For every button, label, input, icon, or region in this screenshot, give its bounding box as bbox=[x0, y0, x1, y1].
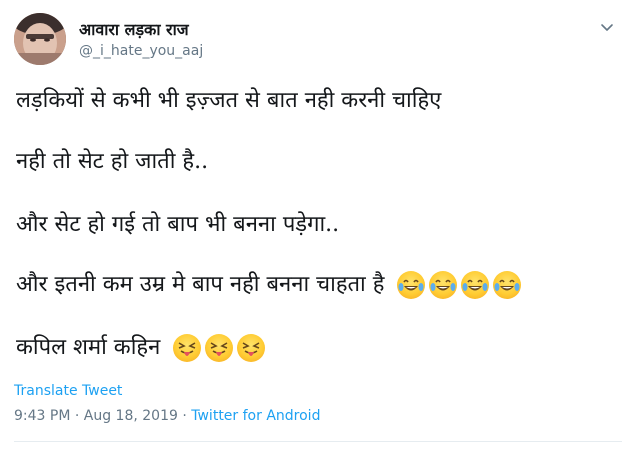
tweet-line-2: नही तो सेट हो जाती है.. bbox=[16, 149, 209, 174]
user-handle[interactable]: @_i_hate_you_aaj bbox=[79, 43, 203, 59]
translate-tweet-link[interactable]: Translate Tweet bbox=[14, 383, 122, 399]
squinting-tongue-emoji-group bbox=[173, 334, 266, 362]
squinting-tongue-icon bbox=[237, 334, 266, 362]
tweet-line-1: लड़कियों से कभी भी इज़्जत से बात नही करन… bbox=[16, 88, 442, 113]
avatar-image bbox=[14, 13, 66, 65]
tweet-line-5: कपिल शर्मा कहिन bbox=[16, 331, 266, 362]
tweet-line-4: और इतनी कम उम्र मे बाप नही बनना चाहता है bbox=[16, 268, 522, 299]
squinting-tongue-icon bbox=[173, 334, 202, 362]
tweet-line-5-text: कपिल शर्मा कहिन bbox=[16, 335, 161, 360]
tears-of-joy-icon bbox=[429, 271, 458, 299]
avatar[interactable] bbox=[14, 13, 66, 65]
chevron-down-icon[interactable] bbox=[598, 18, 616, 36]
tweet-timestamp[interactable]: 9:43 PM · Aug 18, 2019 · bbox=[14, 408, 191, 424]
tweet-meta: 9:43 PM · Aug 18, 2019 · Twitter for And… bbox=[14, 408, 320, 424]
tweet-source-link[interactable]: Twitter for Android bbox=[191, 408, 320, 424]
squinting-tongue-icon bbox=[205, 334, 234, 362]
tears-of-joy-icon bbox=[461, 271, 490, 299]
tears-of-joy-icon bbox=[493, 271, 522, 299]
display-name[interactable]: आवारा लड़का राज bbox=[79, 18, 189, 40]
tears-of-joy-icon bbox=[397, 271, 426, 299]
tweet-card: आवारा लड़का राज @_i_hate_you_aaj लड़कियो… bbox=[0, 0, 636, 450]
tweet-line-4-text: और इतनी कम उम्र मे बाप नही बनना चाहता है bbox=[16, 272, 385, 297]
tears-of-joy-emoji-group bbox=[397, 271, 522, 299]
tweet-line-3: और सेट हो गई तो बाप भी बनना पड़ेगा.. bbox=[16, 212, 340, 237]
divider bbox=[14, 441, 622, 442]
